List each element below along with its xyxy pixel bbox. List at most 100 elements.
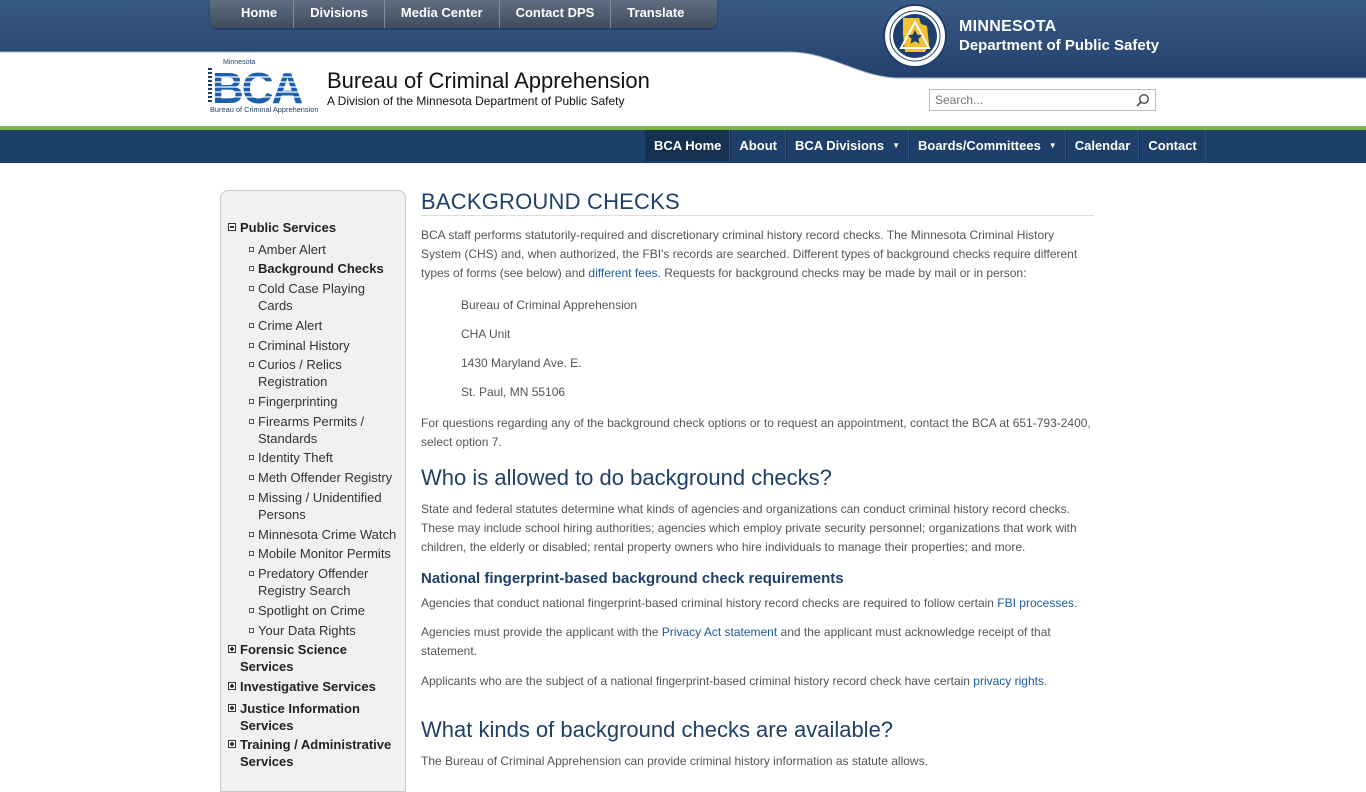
nav-about[interactable]: About <box>730 130 786 161</box>
site-title[interactable]: Bureau of Criminal Apprehension <box>327 68 650 94</box>
nav-bca-divisions-label: BCA Divisions <box>794 138 885 153</box>
sidebar-section-forensic-science[interactable]: Forensic Science Services <box>228 641 398 675</box>
bullet-icon <box>249 247 254 252</box>
national-paragraph-3: Applicants who are the subject of a nati… <box>421 672 1094 691</box>
intro-text-end: . Requests for background checks may be … <box>657 266 1027 280</box>
expand-icon[interactable] <box>228 682 236 690</box>
bullet-icon <box>249 286 254 291</box>
sidebar-item-spotlight-on-crime[interactable]: Spotlight on Crime <box>249 602 399 619</box>
bullet-icon <box>249 419 254 424</box>
search-icon[interactable] <box>1136 93 1150 107</box>
dps-seal-icon <box>883 4 947 68</box>
privacy-rights-link[interactable]: privacy rights <box>973 674 1044 688</box>
address-line-2: CHA Unit <box>461 327 511 341</box>
bca-logo[interactable]: Minnesota BCA Bureau of Criminal Apprehe… <box>207 58 320 114</box>
dps-state-label: MINNESOTA <box>959 18 1057 35</box>
topnav-media-center[interactable]: Media Center <box>385 0 500 28</box>
bullet-icon <box>249 266 254 271</box>
sidebar-item-mobile-monitor-permits[interactable]: Mobile Monitor Permits <box>249 545 399 562</box>
sidebar-item-meth-offender-registry[interactable]: Meth Offender Registry <box>249 469 399 486</box>
sidebar-item-fingerprinting[interactable]: Fingerprinting <box>249 393 399 410</box>
bullet-icon <box>249 343 254 348</box>
sidebar-item-missing-unidentified[interactable]: Missing / Unidentified Persons <box>249 489 399 523</box>
bullet-icon <box>249 495 254 500</box>
topnav-contact-dps[interactable]: Contact DPS <box>500 0 612 28</box>
nav-bca-home[interactable]: BCA Home <box>645 130 731 161</box>
nav-contact[interactable]: Contact <box>1139 130 1206 161</box>
sidebar-item-curios-relics[interactable]: Curios / Relics Registration <box>249 356 399 390</box>
sidebar-section-justice-information[interactable]: Justice Information Services <box>228 700 398 734</box>
search-box <box>929 89 1156 111</box>
nav-boards-committees-label: Boards/Committees <box>917 138 1041 153</box>
sidebar-item-identity-theft[interactable]: Identity Theft <box>249 449 399 466</box>
nav-calendar[interactable]: Calendar <box>1065 130 1140 161</box>
address-line-1: Bureau of Criminal Apprehension <box>461 298 638 312</box>
sidebar-item-your-data-rights[interactable]: Your Data Rights <box>249 622 399 639</box>
nav-bca-divisions[interactable]: BCA Divisions ▼ <box>785 130 909 161</box>
sidebar-item-label: Cold Case Playing Cards <box>258 281 365 313</box>
dps-department-label: Department of Public Safety <box>959 37 1160 54</box>
national-paragraph-2: Agencies must provide the applicant with… <box>421 623 1094 661</box>
sidebar-item-label: Missing / Unidentified Persons <box>258 490 382 522</box>
sidebar-section-training-administrative[interactable]: Training / Administrative Services <box>228 736 398 770</box>
heading-kinds-available: What kinds of background checks are avai… <box>421 717 894 742</box>
sidebar-item-label: Predatory Offender Registry Search <box>258 566 369 598</box>
bullet-icon <box>249 455 254 460</box>
sidebar-item-crime-alert[interactable]: Crime Alert <box>249 317 399 334</box>
sidebar-item-label: Minnesota Crime Watch <box>258 527 397 542</box>
expand-icon[interactable] <box>228 645 236 653</box>
search-input[interactable] <box>930 90 1130 110</box>
national-text-1-end: . <box>1074 596 1078 610</box>
national-text-3: Applicants who are the subject of a nati… <box>421 674 974 688</box>
sidebar-section-label: Justice Information Services <box>240 701 360 733</box>
sidebar-section-label: Forensic Science Services <box>240 642 347 674</box>
nav-boards-committees[interactable]: Boards/Committees ▼ <box>908 130 1066 161</box>
privacy-act-statement-link[interactable]: Privacy Act statement <box>662 625 777 639</box>
contact-paragraph: For questions regarding any of the backg… <box>421 416 1091 449</box>
sidebar-item-minnesota-crime-watch[interactable]: Minnesota Crime Watch <box>249 526 399 543</box>
topnav-home[interactable]: Home <box>210 0 295 28</box>
national-text-1: Agencies that conduct national fingerpri… <box>421 596 998 610</box>
sidebar-item-criminal-history[interactable]: Criminal History <box>249 337 399 354</box>
address-line-4: St. Paul, MN 55106 <box>461 385 566 399</box>
expand-icon[interactable] <box>228 704 236 712</box>
kinds-paragraph: The Bureau of Criminal Apprehension can … <box>421 754 928 768</box>
sidebar-section-investigative[interactable]: Investigative Services <box>228 678 398 695</box>
svg-text:Bureau of Criminal Apprehensio: Bureau of Criminal Apprehension <box>210 105 318 114</box>
sidebar-item-label: Background Checks <box>258 261 384 276</box>
sidebar-item-label: Your Data Rights <box>258 623 356 638</box>
national-text-3-end: . <box>1043 674 1048 688</box>
bullet-icon <box>249 551 254 556</box>
sidebar-item-cold-case-playing-cards[interactable]: Cold Case Playing Cards <box>249 280 399 314</box>
bullet-icon <box>249 362 254 367</box>
bullet-icon <box>249 571 254 576</box>
page-title: BACKGROUND CHECKS <box>421 189 680 214</box>
different-fees-link[interactable]: different fees <box>588 266 657 280</box>
bullet-icon <box>249 323 254 328</box>
top-navigation: Home Divisions Media Center Contact DPS … <box>210 0 718 28</box>
topnav-divisions[interactable]: Divisions <box>294 0 385 28</box>
topnav-translate[interactable]: Translate <box>611 0 717 28</box>
nav-calendar-label: Calendar <box>1074 138 1131 153</box>
expand-icon[interactable] <box>228 740 236 748</box>
main-navigation: BCA Home About BCA Divisions ▼ Boards/Com… <box>645 130 1206 161</box>
heading-national-requirements: National fingerprint-based background ch… <box>421 570 844 587</box>
sidebar-item-background-checks[interactable]: Background Checks <box>249 260 399 277</box>
collapse-icon[interactable] <box>228 223 236 231</box>
sidebar-item-firearms-permits[interactable]: Firearms Permits / Standards <box>249 413 399 447</box>
sidebar-item-amber-alert[interactable]: Amber Alert <box>249 241 399 258</box>
chevron-down-icon: ▼ <box>1048 141 1057 150</box>
sidebar-section-public-services[interactable]: Public Services <box>228 219 398 236</box>
sidebar-item-label: Mobile Monitor Permits <box>258 546 391 561</box>
sidebar-item-predatory-offender[interactable]: Predatory Offender Registry Search <box>249 565 399 599</box>
dps-branding[interactable]: MINNESOTA Department of Public Safety <box>883 4 1159 68</box>
address-line-3: 1430 Maryland Ave. E. <box>461 356 582 370</box>
chevron-down-icon: ▼ <box>892 141 900 150</box>
sidebar-item-label: Crime Alert <box>258 318 323 333</box>
title-divider <box>421 215 1094 216</box>
fbi-processes-link[interactable]: FBI processes <box>997 596 1074 610</box>
sidebar-item-label: Curios / Relics Registration <box>258 357 342 389</box>
sidebar-section-label: Investigative Services <box>240 679 376 694</box>
nav-bca-home-label: BCA Home <box>654 138 722 153</box>
sidebar-item-label: Fingerprinting <box>258 394 338 409</box>
